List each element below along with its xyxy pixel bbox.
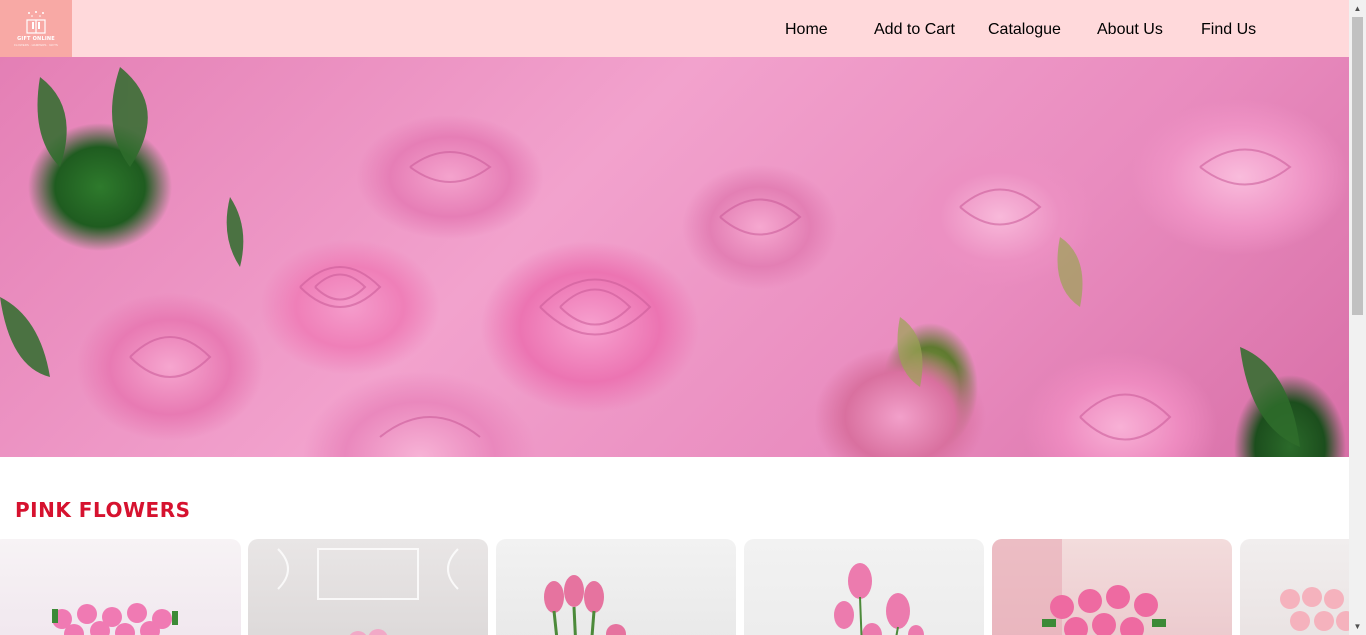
nav-add-to-cart[interactable]: Add to Cart [874,21,955,39]
pink-roses-paper-bouquet-image [992,539,1166,635]
product-card[interactable] [0,539,241,635]
logo[interactable]: GIFT ONLINE FLOWERS · HAMPERS · GIFTS [0,0,72,57]
pink-roses-vase-image [544,575,626,635]
site-header: GIFT ONLINE FLOWERS · HAMPERS · GIFTS Ho… [0,0,1349,57]
light-pink-roses-image [1280,587,1349,631]
gift-icon [26,11,46,34]
product-card[interactable] [496,539,736,635]
vertical-scrollbar[interactable]: ▲ ▼ [1349,0,1366,635]
product-strip [0,539,1349,635]
section-title: PINK FLOWERS [15,498,191,522]
pink-roses-bouquet-image [52,603,178,635]
pink-roses-arrangement-image [277,548,459,635]
nav-home[interactable]: Home [785,21,828,39]
product-card[interactable] [248,539,488,635]
nav-find-us[interactable]: Find Us [1201,21,1256,39]
page: GIFT ONLINE FLOWERS · HAMPERS · GIFTS Ho… [0,0,1366,635]
scroll-down-icon[interactable]: ▼ [1349,618,1366,635]
hero-banner-image [0,57,1349,457]
scrollbar-thumb[interactable] [1352,17,1363,315]
logo-subtext: FLOWERS · HAMPERS · GIFTS [14,43,58,47]
product-card[interactable] [744,539,984,635]
nav-catalogue[interactable]: Catalogue [988,21,1061,39]
product-card[interactable] [992,539,1232,635]
roses-illustration [0,67,1300,447]
product-card[interactable] [1240,539,1349,635]
nav-about-us[interactable]: About Us [1097,21,1163,39]
pink-roses-bud-image [834,563,924,635]
logo-text: GIFT ONLINE [17,36,55,42]
scroll-up-icon[interactable]: ▲ [1349,0,1366,17]
